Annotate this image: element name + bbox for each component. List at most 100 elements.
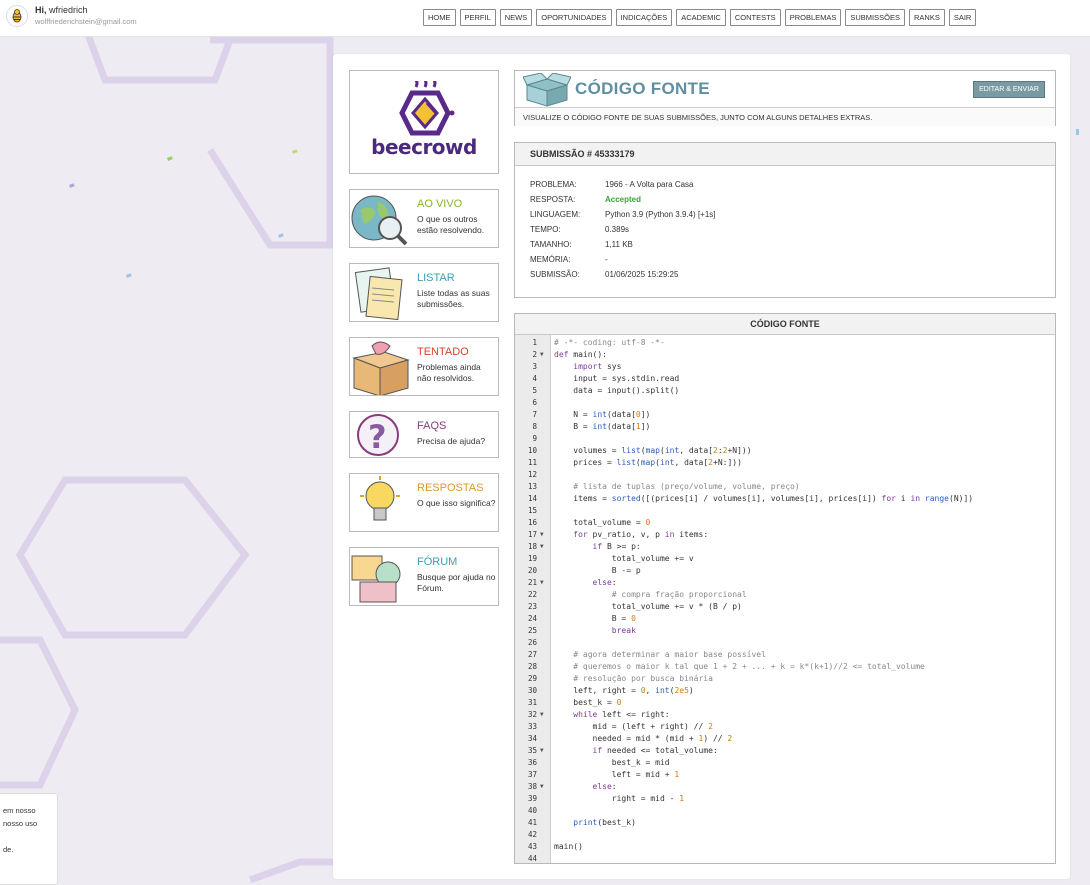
code-text: items = sorted([(prices[i] / volumes[i],… bbox=[554, 494, 974, 503]
nav-perfil[interactable]: PERFIL bbox=[459, 9, 496, 26]
user-email: wolffriederichstein@gmail.com bbox=[35, 17, 137, 26]
side-card-aovivo[interactable]: AO VIVO O que os outros estão resolvendo. bbox=[349, 189, 499, 248]
edit-submit-button[interactable]: EDITAR & ENVIAR bbox=[973, 81, 1045, 98]
code-line: 34 needed = mid * (mid + 1) // 2 bbox=[515, 733, 1055, 745]
code-line: 21 ▼ else: bbox=[515, 577, 1055, 589]
code-line: 22 # compra fração proporcional bbox=[515, 589, 1055, 601]
code-line: 16 total_volume = 0 bbox=[515, 517, 1055, 529]
line-number: 16 bbox=[527, 518, 537, 527]
nav-news[interactable]: NEWS bbox=[499, 9, 533, 26]
main-nav: HOME PERFIL NEWS OPORTUNIDADES INDICAÇÕES ACA… bbox=[423, 9, 977, 26]
line-number: 39 bbox=[527, 794, 537, 803]
submission-label: PROBLEMA: bbox=[530, 180, 577, 189]
side-card-desc: Problemas ainda não resolvidos. bbox=[417, 362, 481, 383]
line-number: 40 bbox=[527, 806, 537, 815]
logo-text: beecrowd bbox=[371, 135, 477, 159]
nav-submisses[interactable]: SUBMISSÕES bbox=[845, 9, 905, 26]
side-card-tentado[interactable]: TENTADO Problemas ainda não resolvidos. bbox=[349, 337, 499, 396]
line-number: 43 bbox=[527, 842, 537, 851]
line-number: 1 bbox=[532, 338, 537, 347]
side-card-desc: Busque por ajuda no Fórum. bbox=[417, 572, 496, 593]
code-text: if B >= p: bbox=[592, 542, 641, 551]
side-card-frum[interactable]: FÓRUM Busque por ajuda no Fórum. bbox=[349, 547, 499, 606]
fold-toggle-icon[interactable]: ▼ bbox=[540, 709, 544, 721]
line-number: 34 bbox=[527, 734, 537, 743]
submission-value: 1,11 KB bbox=[605, 240, 633, 249]
code-text: data = input().split() bbox=[554, 386, 680, 395]
logo-box[interactable]: beecrowd bbox=[349, 70, 499, 174]
nav-academic[interactable]: ACADEMIC bbox=[676, 9, 726, 26]
fold-toggle-icon[interactable]: ▼ bbox=[540, 529, 544, 541]
code-line: 26 bbox=[515, 637, 1055, 649]
fold-toggle-icon[interactable]: ▼ bbox=[540, 577, 544, 589]
nav-contests[interactable]: CONTESTS bbox=[729, 9, 781, 26]
submission-value: - bbox=[605, 255, 608, 264]
submission-label: RESPOSTA: bbox=[530, 195, 576, 204]
side-card-title: FAQS bbox=[417, 420, 447, 432]
fold-toggle-icon[interactable]: ▼ bbox=[540, 349, 544, 361]
code-line: 3 import sys bbox=[515, 361, 1055, 373]
code-line: 24 B = 0 bbox=[515, 613, 1055, 625]
bee-icon bbox=[12, 9, 22, 23]
code-line: 39 right = mid - 1 bbox=[515, 793, 1055, 805]
cookie-text-1: em nosso bbox=[3, 806, 36, 815]
side-card-title: TENTADO bbox=[417, 346, 469, 358]
line-number: 3 bbox=[532, 362, 537, 371]
side-card-respostas[interactable]: RESPOSTAS O que isso significa? bbox=[349, 473, 499, 532]
code-text: # -*- coding: utf-8 -*- bbox=[554, 338, 665, 347]
submission-label: MEMÓRIA: bbox=[530, 255, 571, 264]
side-card-faqs[interactable]: ? FAQS Precisa de ajuda? bbox=[349, 411, 499, 458]
line-number: 7 bbox=[532, 410, 537, 419]
code-line: 14 items = sorted([(prices[i] / volumes[… bbox=[515, 493, 1055, 505]
code-text: best_k = mid bbox=[554, 758, 670, 767]
code-text: left = mid + 1 bbox=[554, 770, 680, 779]
user-info[interactable]: Hi, wfriedrich wolffriederichstein@gmail… bbox=[6, 5, 137, 27]
nav-ranks[interactable]: RANKS bbox=[908, 9, 945, 26]
code-text: volumes = list(map(int, data[2:2+N])) bbox=[554, 446, 752, 455]
code-text: print(best_k) bbox=[573, 818, 636, 827]
code-text: mid = (left + right) // 2 bbox=[554, 722, 713, 731]
fold-toggle-icon[interactable]: ▼ bbox=[540, 541, 544, 553]
nav-problemas[interactable]: PROBLEMAS bbox=[784, 9, 842, 26]
line-number: 30 bbox=[527, 686, 537, 695]
beecrowd-logo-icon bbox=[399, 81, 455, 136]
code-line: 33 mid = (left + right) // 2 bbox=[515, 721, 1055, 733]
submission-label: SUBMISSÃO: bbox=[530, 270, 580, 279]
nav-indicaes[interactable]: INDICAÇÕES bbox=[615, 9, 673, 26]
code-line: 18 ▼ if B >= p: bbox=[515, 541, 1055, 553]
fold-toggle-icon[interactable]: ▼ bbox=[540, 781, 544, 793]
code-line: 36 best_k = mid bbox=[515, 757, 1055, 769]
line-number: 13 bbox=[527, 482, 537, 491]
code-line: 5 data = input().split() bbox=[515, 385, 1055, 397]
code-line: 12 bbox=[515, 469, 1055, 481]
side-card-title: FÓRUM bbox=[417, 556, 458, 568]
code-line: 10 volumes = list(map(int, data[2:2+N])) bbox=[515, 445, 1055, 457]
nav-sair[interactable]: SAIR bbox=[948, 9, 977, 26]
line-number: 38 bbox=[527, 782, 537, 791]
side-card-title: RESPOSTAS bbox=[417, 482, 484, 494]
source-code-panel: CÓDIGO FONTE 1 # -*- coding: utf-8 -*- 2 ▼ d… bbox=[514, 313, 1056, 864]
globe-icon bbox=[350, 190, 412, 247]
side-card-listar[interactable]: LISTAR Liste todas as suas submissões. bbox=[349, 263, 499, 322]
nav-home[interactable]: HOME bbox=[423, 9, 456, 26]
submission-label: TEMPO: bbox=[530, 225, 561, 234]
nav-oportunidades[interactable]: OPORTUNIDADES bbox=[536, 9, 612, 26]
code-line: 27 # agora determinar a maior base possí… bbox=[515, 649, 1055, 661]
svg-text:?: ? bbox=[368, 418, 387, 456]
code-line: 11 prices = list(map(int, data[2+N:])) bbox=[515, 457, 1055, 469]
code-line: 38 ▼ else: bbox=[515, 781, 1055, 793]
code-line: 15 bbox=[515, 505, 1055, 517]
code-line: 4 input = sys.stdin.read bbox=[515, 373, 1055, 385]
fold-toggle-icon[interactable]: ▼ bbox=[540, 745, 544, 757]
code-editor[interactable]: 1 # -*- coding: utf-8 -*- 2 ▼ def main(): 3 i… bbox=[515, 337, 1055, 865]
code-text: # lista de tuplas (preço/volume, volume,… bbox=[554, 482, 800, 491]
avatar[interactable] bbox=[6, 5, 28, 27]
code-text: main() bbox=[554, 842, 583, 851]
code-text: best_k = 0 bbox=[554, 698, 622, 707]
source-code-header: CÓDIGO FONTE bbox=[515, 314, 1055, 335]
line-number: 19 bbox=[527, 554, 537, 563]
line-number: 24 bbox=[527, 614, 537, 623]
submission-details: SUBMISSÃO # 45333179 PROBLEMA: 1966 - A V… bbox=[514, 142, 1056, 298]
line-number: 21 bbox=[527, 578, 537, 587]
code-text: total_volume = 0 bbox=[554, 518, 651, 527]
